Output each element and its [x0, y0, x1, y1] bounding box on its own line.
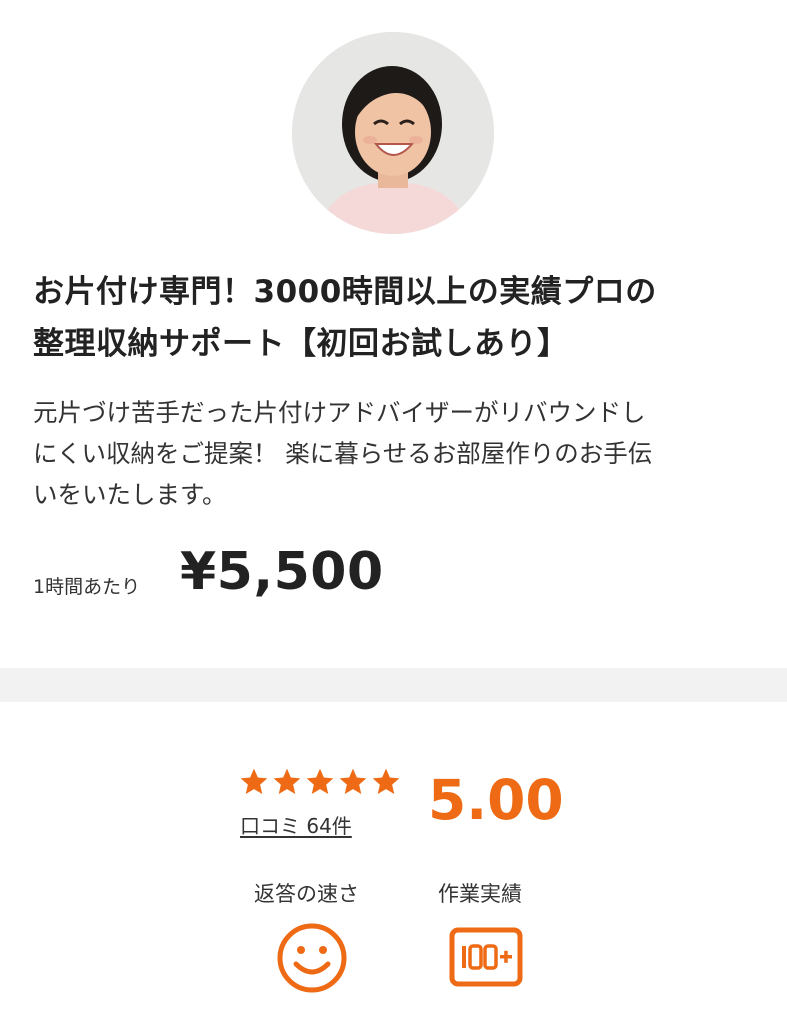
star-rating — [238, 766, 402, 798]
work-record-label: 作業実績 — [438, 882, 522, 906]
reviews-link[interactable]: 口コミ 64件 — [240, 810, 352, 839]
description-line1: 元片づけ苦手だった片付けアドバイザーがリバウンドし — [33, 398, 646, 427]
description-line3: いをいたします。 — [33, 480, 227, 509]
star-icon — [339, 768, 367, 794]
listing-title-line1: お片付け専門！3000時間以上の実績プロの — [33, 274, 657, 310]
100-plus-badge-icon — [449, 927, 523, 987]
listing-card: お片付け専門！3000時間以上の実績プロの 整理収納サポート【初回お試しあり】 … — [0, 0, 787, 668]
star-icon — [273, 768, 301, 794]
rating-section: 口コミ 64件 5.00 返答の速さ 作業実績 — [0, 702, 787, 1024]
listing-description: 元片づけ苦手だった片付けアドバイザーがリバウンドし にくい収納をご提案！ 楽に暮… — [33, 392, 753, 515]
listing-title: お片付け専門！3000時間以上の実績プロの 整理収納サポート【初回お試しあり】 — [33, 266, 753, 370]
star-icon — [306, 768, 334, 794]
listing-title-line2: 整理収納サポート【初回お試しあり】 — [33, 326, 569, 362]
section-divider — [0, 668, 787, 702]
star-icon — [372, 768, 400, 794]
rating-score: 5.00 — [428, 768, 564, 832]
price-value: ¥5,500 — [180, 542, 384, 602]
description-line2: にくい収納をご提案！ 楽に暮らせるお部屋作りのお手伝 — [33, 439, 653, 468]
price-unit-label: 1時間あたり — [33, 576, 141, 598]
provider-avatar[interactable] — [292, 32, 494, 234]
smiley-face-icon — [277, 923, 347, 993]
star-icon — [240, 768, 268, 794]
response-speed-label: 返答の速さ — [254, 882, 359, 906]
